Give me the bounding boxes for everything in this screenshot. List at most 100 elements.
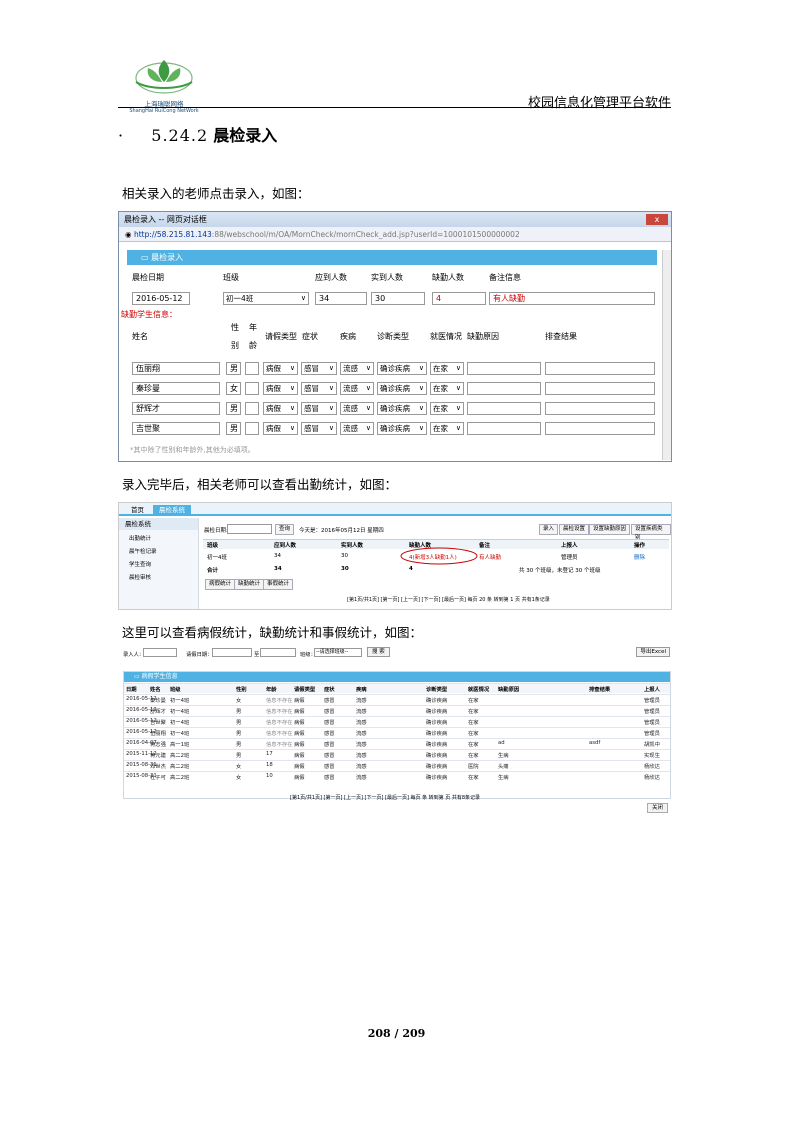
grid-header-cell: 备注 xyxy=(479,543,491,549)
diagnosis-select[interactable]: 确诊疾病 xyxy=(377,362,427,375)
age-input[interactable] xyxy=(245,422,259,435)
stats-button[interactable]: 缺勤统计 xyxy=(234,579,265,590)
grid-cell: 34 xyxy=(274,553,281,559)
remark-input[interactable]: 有人缺勤 xyxy=(489,292,655,305)
sex-input[interactable]: 男 xyxy=(226,362,241,375)
grid-header-cell: 日期 xyxy=(126,687,137,693)
col-diag: 诊断类型 xyxy=(377,332,409,341)
grid-header-cell: 就医情况 xyxy=(468,687,490,693)
toolbar-button[interactable]: 晨检设置 xyxy=(559,524,590,535)
age-input[interactable] xyxy=(245,362,259,375)
sex-input[interactable]: 男 xyxy=(226,402,241,415)
sidebar-item[interactable]: 学生查询 xyxy=(129,560,151,568)
reason-input[interactable] xyxy=(467,402,541,415)
symptom-select[interactable]: 感冒 xyxy=(301,382,337,395)
highlight-ellipse xyxy=(400,547,478,565)
disease-select[interactable]: 流感 xyxy=(340,362,374,375)
table-cell: 信息不存在 xyxy=(266,698,293,704)
diagnosis-select[interactable]: 确诊疾病 xyxy=(377,402,427,415)
search-button[interactable]: 搜 索 xyxy=(367,647,390,657)
close-icon[interactable]: x xyxy=(646,214,668,225)
table-cell: ad xyxy=(498,740,505,746)
toolbar-button[interactable]: 设置缺勤原因 xyxy=(589,524,631,535)
leave-type-select[interactable]: 病假 xyxy=(263,362,298,375)
table-cell: 吉世聚 xyxy=(150,720,166,726)
diagnosis-select[interactable]: 确诊疾病 xyxy=(377,422,427,435)
result-input[interactable] xyxy=(545,422,655,435)
visit-select[interactable]: 在家 xyxy=(430,422,464,435)
stats-button[interactable]: 事假统计 xyxy=(263,579,294,590)
sidebar-item[interactable]: 出勤统计 xyxy=(129,534,151,542)
actual-input[interactable]: 30 xyxy=(371,292,425,305)
table-cell: 感冒 xyxy=(324,764,335,770)
table-cell: 生病 xyxy=(498,775,509,781)
grid-cell[interactable]: 删除 xyxy=(634,553,645,561)
reason-input[interactable] xyxy=(467,362,541,375)
result-input[interactable] xyxy=(545,362,655,375)
col-visit: 就医情况 xyxy=(430,332,462,341)
tab-bar: 首页 晨检系统 xyxy=(119,503,671,516)
visit-select[interactable]: 在家 xyxy=(430,362,464,375)
leave-type-select[interactable]: 病假 xyxy=(263,382,298,395)
diagnosis-select[interactable]: 确诊疾病 xyxy=(377,382,427,395)
sidebar-item[interactable]: 晨午检记录 xyxy=(129,547,157,555)
class-select[interactable]: --请选择班级-- xyxy=(314,648,362,657)
stats-button[interactable]: 病假统计 xyxy=(205,579,236,590)
absent-input[interactable]: 4 xyxy=(432,292,486,305)
table-cell: 流感 xyxy=(356,775,367,781)
grid-cell: 管理员 xyxy=(561,555,578,561)
date-from-input[interactable] xyxy=(212,648,252,657)
sidebar-item[interactable]: 晨检审核 xyxy=(129,573,151,581)
dialog-title: 晨检录入 -- 网页对话框 xyxy=(124,215,207,224)
date-input[interactable] xyxy=(227,524,272,534)
result-input[interactable] xyxy=(545,382,655,395)
visit-select[interactable]: 在家 xyxy=(430,382,464,395)
reason-input[interactable] xyxy=(467,422,541,435)
student-name-input[interactable]: 舒辉才 xyxy=(132,402,220,415)
disease-select[interactable]: 流感 xyxy=(340,402,374,415)
screenshot-sick-leave-list: 录入人： 请假日期： 至 班级： --请选择班级-- 搜 索 导出Excel ▭… xyxy=(118,645,672,815)
dialog-scrollbar[interactable] xyxy=(662,250,671,460)
grid-header-cell: 年龄 xyxy=(266,687,277,693)
query-button[interactable]: 查询 xyxy=(275,524,295,535)
student-name-input[interactable]: 秦珍曼 xyxy=(132,382,220,395)
grid-header-cell: 班级 xyxy=(207,543,219,549)
symptom-select[interactable]: 感冒 xyxy=(301,362,337,375)
company-logo: 上海瑞聪网络 ShangHai RuiCong NetWork xyxy=(118,52,210,114)
student-name-input[interactable]: 伍丽翔 xyxy=(132,362,220,375)
class-select[interactable]: 初一4班 xyxy=(223,292,309,305)
visit-select[interactable]: 在家 xyxy=(430,402,464,415)
leave-type-select[interactable]: 病假 xyxy=(263,422,298,435)
table-cell: 女 xyxy=(236,698,242,704)
expected-input[interactable]: 34 xyxy=(315,292,367,305)
recorder-input[interactable] xyxy=(143,648,177,657)
toolbar-button[interactable]: 设置疾病类别 xyxy=(631,524,671,541)
paragraph-1: 相关录入的老师点击录入，如图： xyxy=(122,186,310,201)
date-input[interactable]: 2016-05-12 xyxy=(132,292,190,305)
tab-morning-check[interactable]: 晨检系统 xyxy=(153,505,191,516)
symptom-select[interactable]: 感冒 xyxy=(301,402,337,415)
label-date: 晨检日期 xyxy=(132,273,164,282)
disease-select[interactable]: 流感 xyxy=(340,382,374,395)
reason-input[interactable] xyxy=(467,382,541,395)
sex-input[interactable]: 女 xyxy=(226,382,241,395)
student-name-input[interactable]: 吉世聚 xyxy=(132,422,220,435)
age-input[interactable] xyxy=(245,402,259,415)
sidebar-title: 晨检系统 xyxy=(119,518,198,530)
table-cell: 流感 xyxy=(356,709,367,715)
col-age-1: 年 xyxy=(249,323,257,332)
close-button[interactable]: 关闭 xyxy=(646,803,668,813)
toolbar-button[interactable]: 录入 xyxy=(539,524,559,535)
result-input[interactable] xyxy=(545,402,655,415)
export-excel-button[interactable]: 导出Excel xyxy=(636,647,670,657)
leave-type-select[interactable]: 病假 xyxy=(263,402,298,415)
table-cell: 确诊疾病 xyxy=(426,731,448,737)
date-to-input[interactable] xyxy=(260,648,296,657)
table-cell: 10 xyxy=(266,773,273,779)
tab-home[interactable]: 首页 xyxy=(125,505,150,516)
age-input[interactable] xyxy=(245,382,259,395)
sex-input[interactable]: 男 xyxy=(226,422,241,435)
doc-title: 校园信息化管理平台软件 xyxy=(527,96,671,111)
symptom-select[interactable]: 感冒 xyxy=(301,422,337,435)
disease-select[interactable]: 流感 xyxy=(340,422,374,435)
